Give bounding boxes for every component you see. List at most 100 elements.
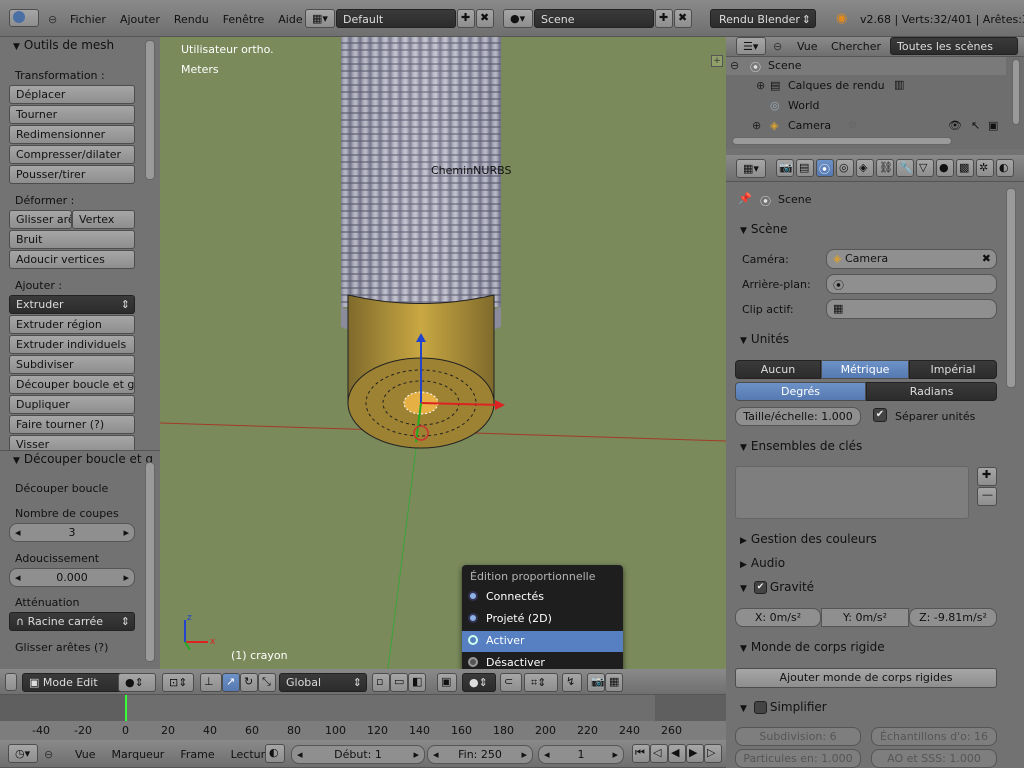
- menu-fenetre[interactable]: Fenêtre: [223, 13, 265, 26]
- falloff-select[interactable]: ∩ Racine carrée ⇕: [9, 612, 135, 631]
- translate-manipulator-icon[interactable]: ↗: [222, 673, 240, 692]
- timeline-editor-type[interactable]: ◷▾: [8, 744, 38, 763]
- current-frame-field[interactable]: ◂ 1 ▸: [538, 745, 624, 764]
- popup-item-connected[interactable]: Connectés: [462, 587, 623, 608]
- outliner-menu-search[interactable]: Chercher: [831, 40, 881, 53]
- edge-slide-button[interactable]: Glisser arê: [9, 210, 72, 229]
- extrude-individual-button[interactable]: Extruder individuels: [9, 335, 135, 354]
- manipulator-toggle-icon[interactable]: ⊥: [200, 673, 222, 692]
- orientation-select[interactable]: Global ⇕: [279, 673, 367, 692]
- extrude-region-button[interactable]: Extruder région: [9, 315, 135, 334]
- radians-button[interactable]: Radians: [866, 382, 997, 401]
- clear-camera-icon[interactable]: ✖: [982, 252, 991, 265]
- constraints-tab-icon[interactable]: ⛓: [876, 159, 894, 177]
- jump-keyframe-forward-icon[interactable]: ▷: [704, 744, 722, 763]
- render-anim-icon[interactable]: ▦: [605, 673, 623, 692]
- popup-item-enable[interactable]: Activer: [462, 631, 623, 652]
- outliner-editor-type[interactable]: ☰▾: [736, 37, 766, 55]
- unit-imperial-button[interactable]: Impérial: [909, 360, 997, 379]
- keying-sets-list[interactable]: [735, 466, 969, 519]
- outliner-row-scene[interactable]: ⊖ ⦿ Scene: [726, 57, 1006, 75]
- render-camera-icon[interactable]: ▣: [988, 119, 998, 132]
- operator-title[interactable]: ▼ Découper boucle et g: [13, 452, 153, 466]
- render-preview-icon[interactable]: 📷: [587, 673, 605, 692]
- edge-slide-link[interactable]: Glisser arêtes (?): [15, 641, 108, 654]
- background-scene-field[interactable]: ⦿: [826, 274, 997, 294]
- gravity-panel-header[interactable]: ▼ ✔ Gravité: [740, 580, 814, 594]
- snap-target-icon[interactable]: ↯: [562, 673, 582, 692]
- gravity-x-field[interactable]: X: 0m/s²: [735, 608, 821, 627]
- menu-rendu[interactable]: Rendu: [174, 13, 209, 26]
- subdivide-button[interactable]: Subdiviser: [9, 355, 135, 374]
- ao-sss-field[interactable]: AO et SSS: 1.000: [871, 749, 997, 768]
- pivot-select[interactable]: ⊡⇕: [162, 673, 194, 692]
- scene-add-button[interactable]: ✚: [655, 9, 673, 28]
- collapse-menu-icon[interactable]: ⊖: [48, 13, 57, 26]
- physics-tab-icon[interactable]: ◐: [996, 159, 1014, 177]
- magnet-snap-icon[interactable]: ⊂: [500, 673, 522, 692]
- layout-browse-button[interactable]: ▦▾: [305, 9, 335, 28]
- units-panel-header[interactable]: ▼ Unités: [740, 332, 789, 346]
- smooth-vertex-button[interactable]: Adoucir vertices: [9, 250, 135, 269]
- outliner-hscrollbar[interactable]: [732, 137, 952, 145]
- child-particles-field[interactable]: Particules en: 1.000: [735, 749, 861, 768]
- face-select-icon[interactable]: ◧: [408, 673, 426, 692]
- timeline-area[interactable]: -40 -20 0 20 40 60 80 100 120 140 160 18…: [0, 695, 726, 740]
- viewport-3d[interactable]: x z Utilisateur ortho. Meters CheminNURB…: [160, 37, 726, 669]
- outliner-row-world[interactable]: ◎ World: [726, 97, 1006, 115]
- viewport-properties-toggle-icon[interactable]: +: [711, 55, 723, 67]
- move-button[interactable]: Déplacer: [9, 85, 135, 104]
- spin-button[interactable]: Faire tourner (?): [9, 415, 135, 434]
- play-reverse-icon[interactable]: ◀: [668, 744, 686, 763]
- snap-element-select[interactable]: ⌗⇕: [524, 673, 558, 692]
- start-frame-field[interactable]: ◂ Début: 1 ▸: [291, 745, 425, 764]
- rotate-manipulator-icon[interactable]: ↻: [240, 673, 258, 692]
- timeline-menu-marker[interactable]: Marqueur: [112, 748, 165, 761]
- layers-tab-icon[interactable]: ▤: [796, 159, 814, 177]
- jump-keyframe-back-icon[interactable]: ◁: [650, 744, 668, 763]
- render-engine-select[interactable]: Rendu Blender ⇕: [710, 9, 816, 28]
- timeline-collapse-icon[interactable]: ⊖: [44, 748, 53, 761]
- scale-button[interactable]: Redimensionner: [9, 125, 135, 144]
- cuts-field[interactable]: ◂ 3 ▸: [9, 523, 135, 542]
- smoothness-field[interactable]: ◂ 0.000 ▸: [9, 568, 135, 587]
- scene-name-field[interactable]: Scene: [534, 9, 654, 28]
- gravity-y-field[interactable]: Y: 0m/s²: [821, 608, 909, 627]
- layout-add-button[interactable]: ✚: [457, 9, 475, 28]
- rigid-world-panel-header[interactable]: ▼ Monde de corps rigide: [740, 640, 885, 654]
- camera-field[interactable]: ◈ Camera ✖: [826, 249, 997, 269]
- subdivision-field[interactable]: Subdivision: 6: [735, 727, 861, 746]
- occlude-geometry-icon[interactable]: ▣: [437, 673, 457, 692]
- layout-close-button[interactable]: ✖: [476, 9, 494, 28]
- modifiers-tab-icon[interactable]: 🔧: [896, 159, 914, 177]
- loop-cut-slide-button[interactable]: Découper boucle et glis: [9, 375, 135, 394]
- noise-button[interactable]: Bruit: [9, 230, 135, 249]
- pin-icon[interactable]: 📌: [738, 192, 752, 205]
- visibility-eye-icon[interactable]: 👁: [948, 119, 962, 132]
- menu-ajouter[interactable]: Ajouter: [120, 13, 160, 26]
- operator-scrollbar[interactable]: [145, 462, 155, 662]
- layout-name-field[interactable]: Default: [336, 9, 456, 28]
- scene-tab-icon[interactable]: ⦿: [816, 159, 834, 177]
- separate-units-checkbox[interactable]: ✔: [873, 408, 887, 422]
- info-editor-type[interactable]: [9, 9, 39, 27]
- unit-none-button[interactable]: Aucun: [735, 360, 821, 379]
- extrude-menu[interactable]: Extruder ⇕: [9, 295, 135, 314]
- vertex-slide-button[interactable]: Vertex: [72, 210, 135, 229]
- viewport-shading-select[interactable]: ●⇕: [118, 673, 156, 692]
- outliner-collapse-icon[interactable]: ⊖: [773, 40, 782, 53]
- outliner-menu-view[interactable]: Vue: [797, 40, 818, 53]
- simplify-panel-header[interactable]: ▼ Simplifier: [740, 700, 827, 714]
- data-tab-icon[interactable]: ▽: [916, 159, 934, 177]
- shrink-fatten-button[interactable]: Compresser/dilater: [9, 145, 135, 164]
- push-pull-button[interactable]: Pousser/tirer: [9, 165, 135, 184]
- add-rigid-world-button[interactable]: Ajouter monde de corps rigides: [735, 668, 997, 688]
- outliner-row-render-layers[interactable]: ⊕ ▤ Calques de rendu ▥: [726, 77, 1006, 95]
- color-management-panel-header[interactable]: ▶ Gestion des couleurs: [740, 532, 877, 546]
- gravity-z-field[interactable]: Z: -9.81m/s²: [909, 608, 997, 627]
- outliner-row-camera[interactable]: ⊕ ◈ Camera ⊚ 👁 ↖ ▣: [726, 117, 1006, 135]
- scale-manipulator-icon[interactable]: ⤡: [258, 673, 276, 692]
- menu-fichier[interactable]: Fichier: [70, 13, 106, 26]
- properties-scrollbar[interactable]: [1006, 188, 1016, 388]
- popup-item-projected[interactable]: Projeté (2D): [462, 609, 623, 630]
